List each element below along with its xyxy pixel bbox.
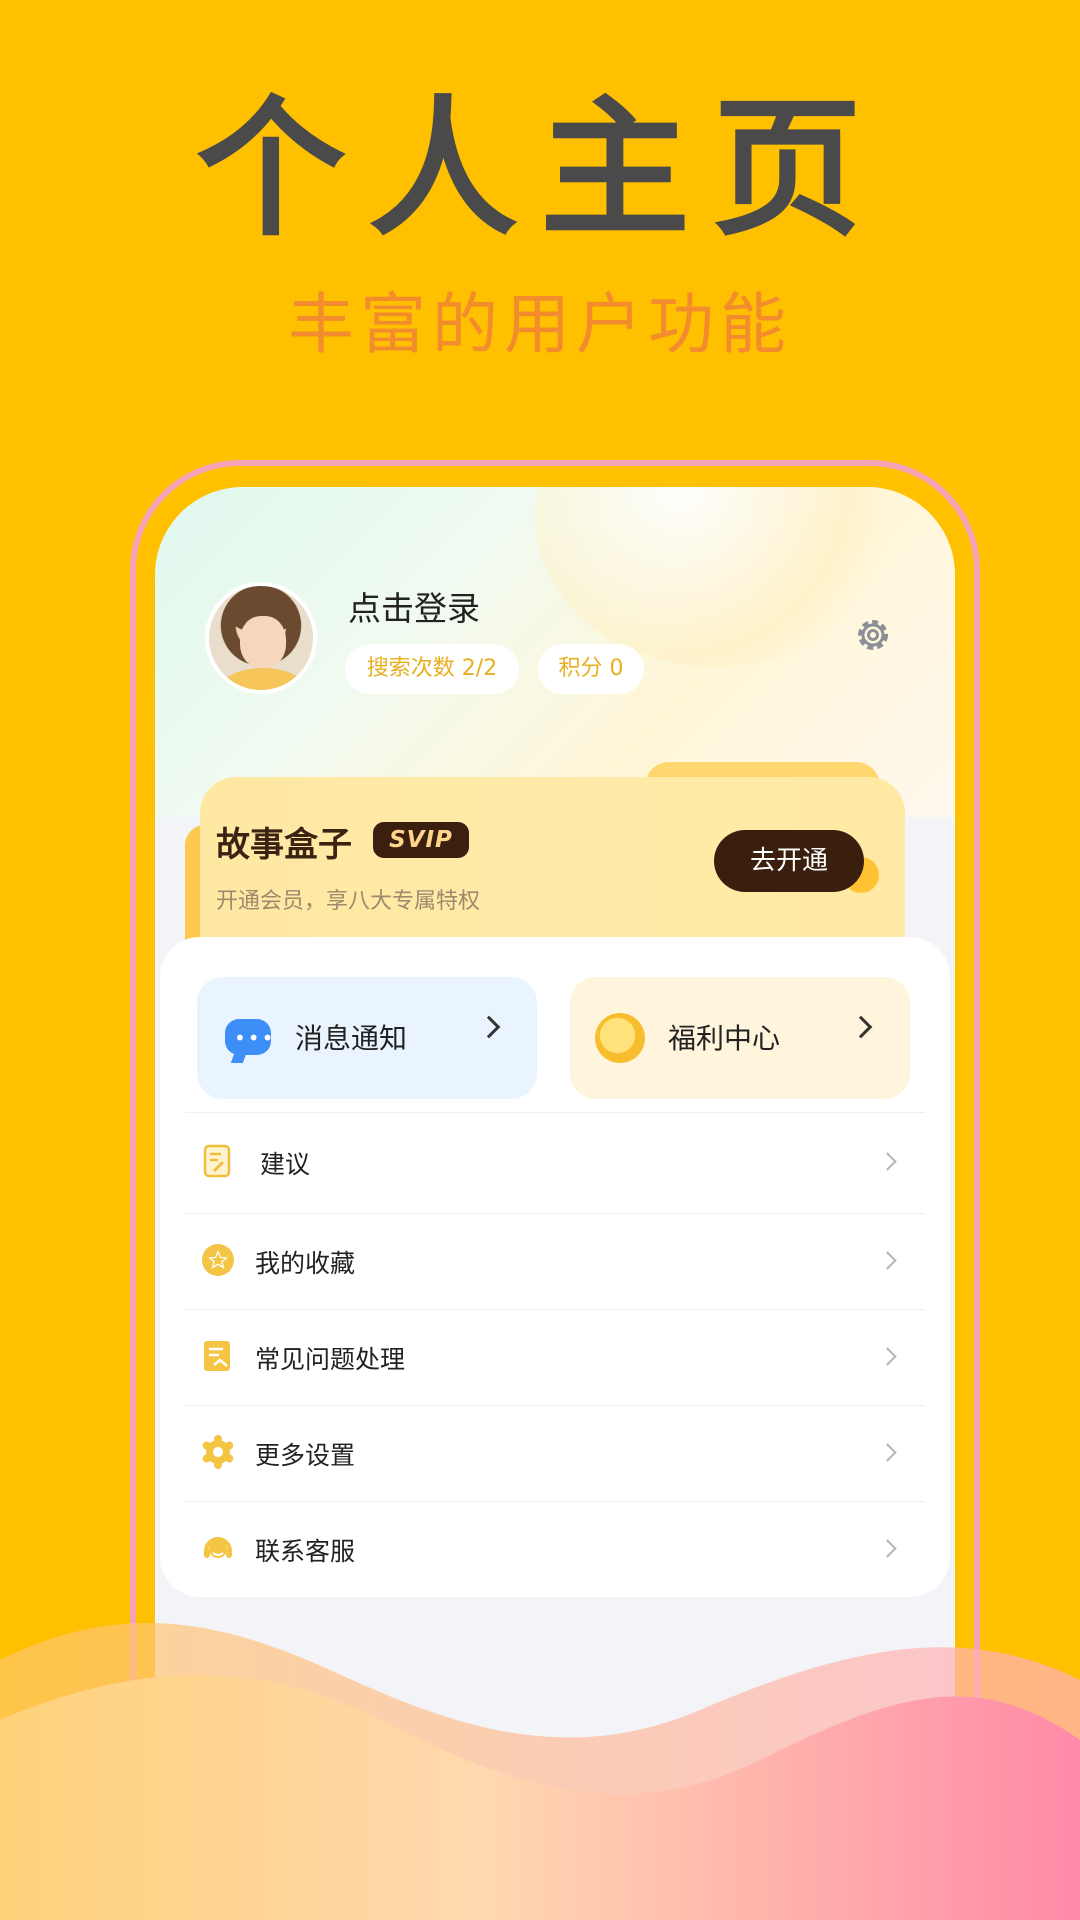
menu-item-customer-service[interactable]: 联系客服 bbox=[255, 1532, 355, 1568]
svip-badge: SVIP bbox=[373, 822, 469, 858]
menu-item-favorites[interactable]: 我的收藏 bbox=[255, 1244, 355, 1280]
menu-item-more-settings[interactable]: 更多设置 bbox=[255, 1436, 355, 1472]
promo-subheadline: 丰富的用户功能 bbox=[288, 286, 792, 363]
gear-icon bbox=[202, 1435, 234, 1469]
menu-item-faq[interactable]: 常见问题处理 bbox=[255, 1340, 405, 1376]
star-icon bbox=[202, 1244, 234, 1276]
avatar[interactable] bbox=[205, 582, 317, 694]
points-badge: 积分 0 bbox=[538, 644, 644, 694]
divider bbox=[185, 1112, 925, 1113]
divider bbox=[185, 1213, 925, 1214]
chat-dots-icon: ••• bbox=[234, 1026, 276, 1050]
vip-title: 故事盒子 bbox=[216, 825, 352, 865]
notifications-label: 消息通知 bbox=[295, 1022, 408, 1055]
welfare-label: 福利中心 bbox=[668, 1022, 781, 1055]
coin-icon bbox=[595, 1013, 645, 1063]
feedback-icon bbox=[203, 1144, 231, 1178]
menu-item-feedback[interactable]: 建议 bbox=[260, 1145, 310, 1181]
headset-icon bbox=[204, 1537, 232, 1558]
vip-description: 开通会员，享八大专属特权 bbox=[216, 889, 481, 914]
bottom-wave-decoration bbox=[0, 1622, 1080, 1920]
divider bbox=[185, 1405, 925, 1406]
divider bbox=[185, 1309, 925, 1310]
settings-gear-icon[interactable] bbox=[853, 615, 893, 655]
promo-headline: 个人主页 bbox=[195, 83, 884, 257]
faq-icon bbox=[204, 1341, 230, 1371]
open-vip-button[interactable]: 去开通 bbox=[714, 830, 864, 892]
login-link[interactable]: 点击登录 bbox=[348, 582, 480, 630]
avatar-face bbox=[240, 616, 286, 668]
divider bbox=[185, 1501, 925, 1502]
search-count-badge: 搜索次数 2/2 bbox=[345, 644, 519, 694]
